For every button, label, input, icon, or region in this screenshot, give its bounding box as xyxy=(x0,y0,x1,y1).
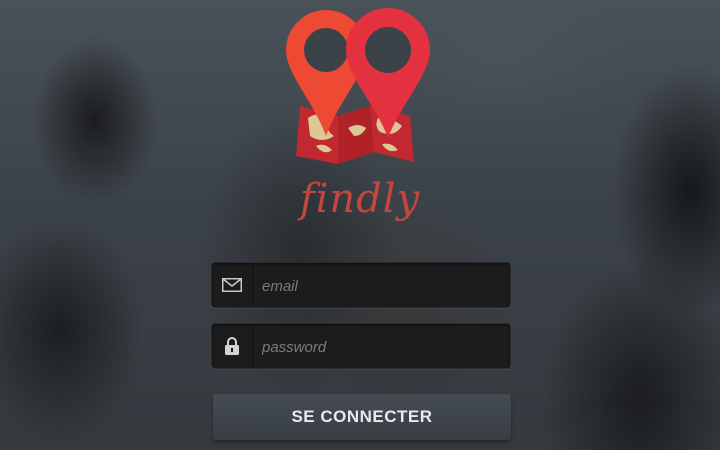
findly-logo xyxy=(286,8,430,164)
email-input[interactable] xyxy=(260,263,504,309)
password-field[interactable] xyxy=(211,323,511,370)
login-button[interactable]: SE CONNECTER xyxy=(213,394,511,440)
email-icon-box xyxy=(212,263,253,307)
password-input[interactable] xyxy=(260,324,504,370)
password-icon-box xyxy=(212,324,253,368)
brand-title: findly xyxy=(299,176,421,222)
lock-icon xyxy=(225,337,239,355)
envelope-icon xyxy=(222,278,242,292)
email-field[interactable] xyxy=(211,262,511,309)
